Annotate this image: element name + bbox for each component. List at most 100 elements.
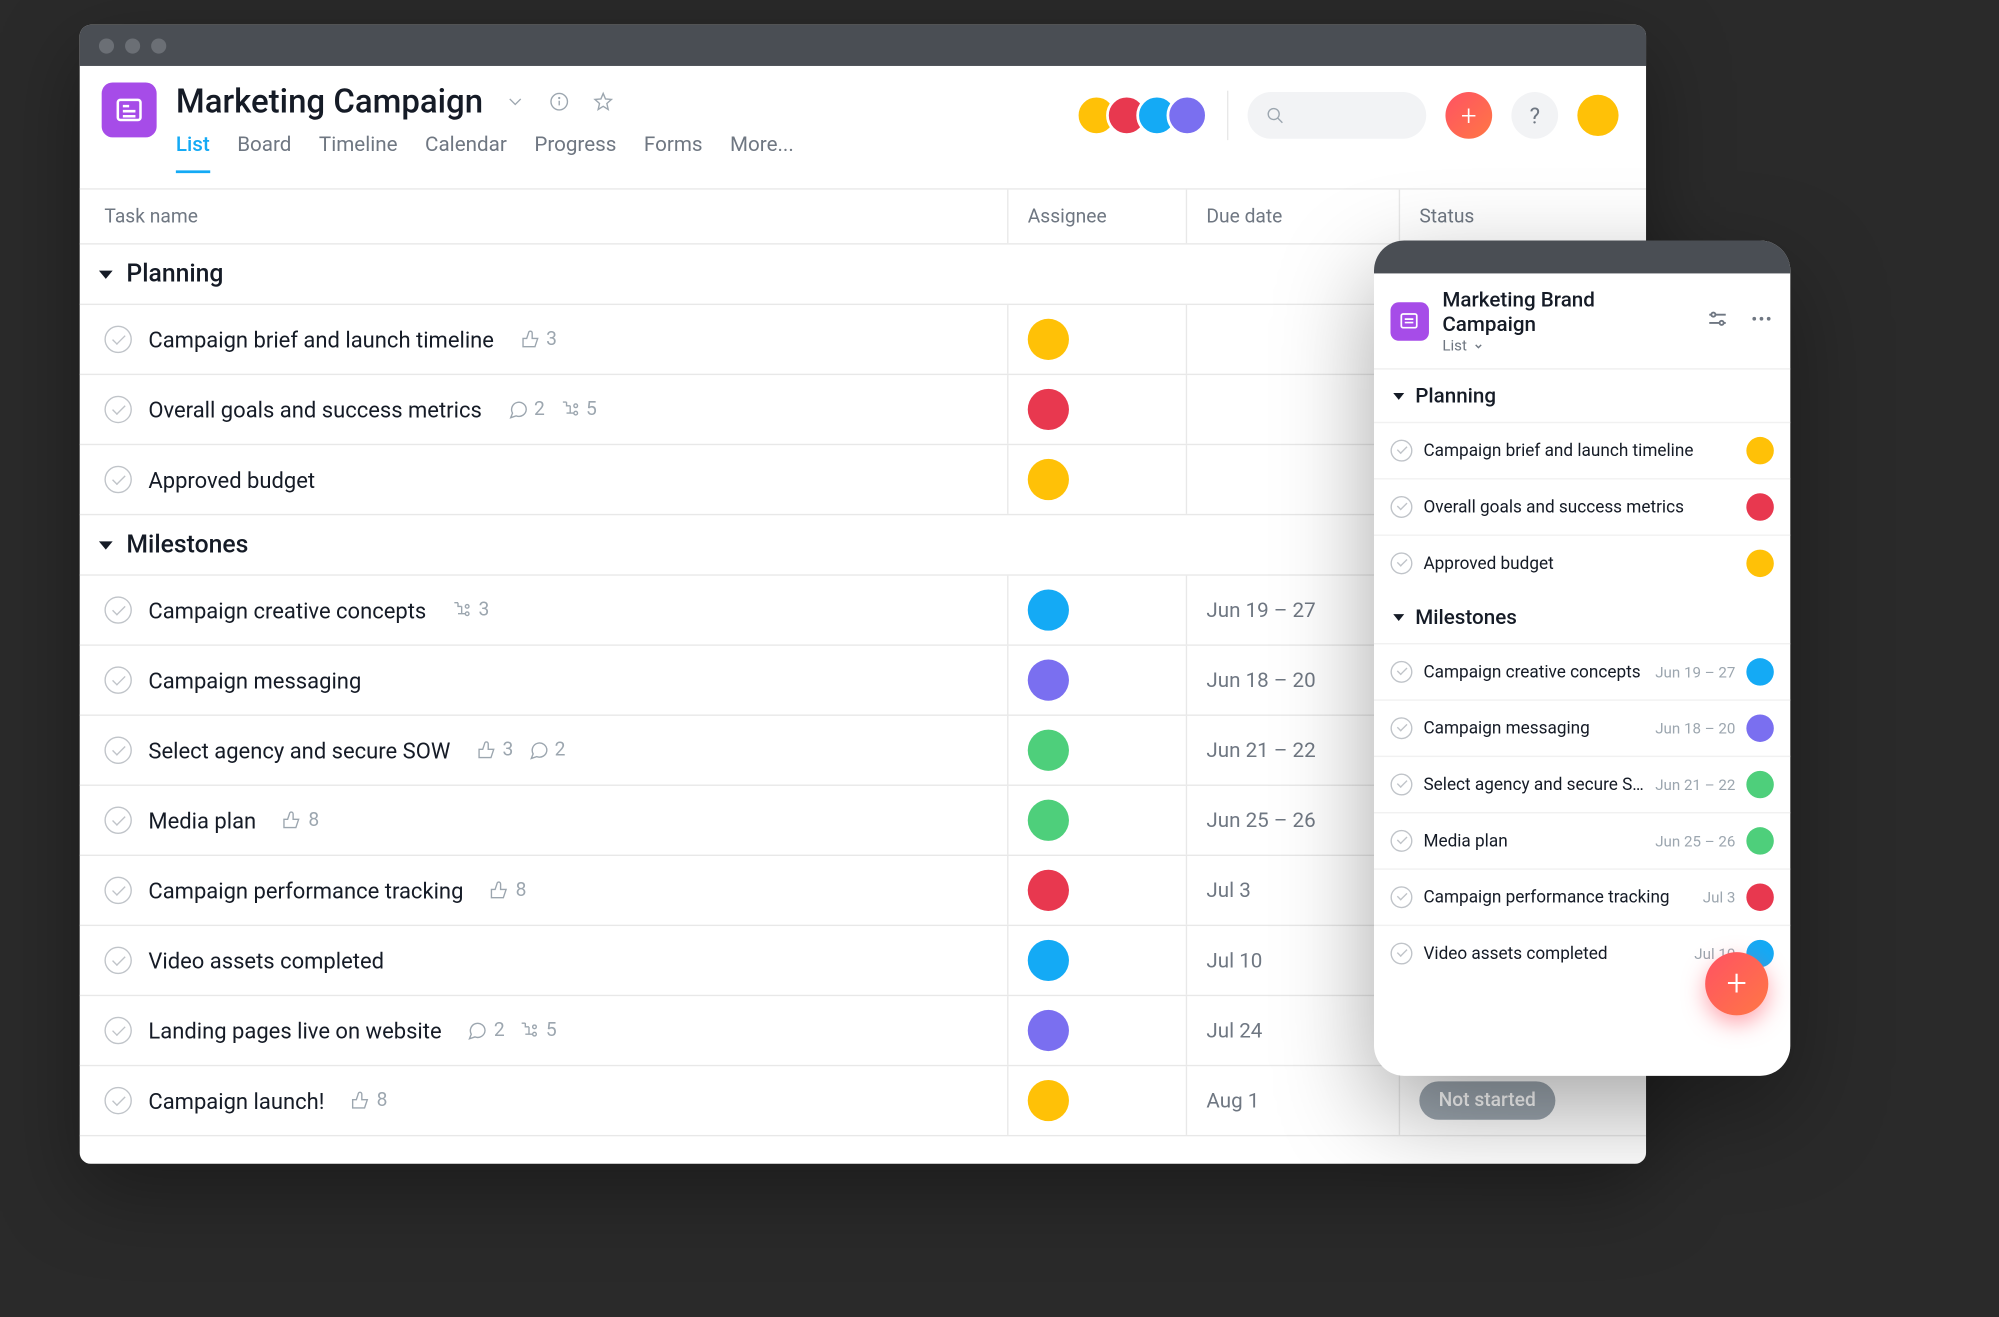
mobile-task-row[interactable]: Campaign brief and launch timeline bbox=[1374, 422, 1790, 478]
help-button[interactable]: ? bbox=[1511, 92, 1558, 139]
status-badge[interactable]: Not started bbox=[1419, 1081, 1555, 1119]
complete-checkbox[interactable] bbox=[1390, 830, 1412, 852]
traffic-light-zoom[interactable] bbox=[151, 38, 166, 53]
complete-checkbox[interactable] bbox=[104, 396, 131, 423]
subtask-count[interactable]: 5 bbox=[559, 398, 597, 420]
complete-checkbox[interactable] bbox=[104, 807, 131, 834]
due-date[interactable]: Jul 24 bbox=[1186, 996, 1399, 1065]
tab-board[interactable]: Board bbox=[237, 132, 291, 173]
add-button[interactable]: + bbox=[1445, 92, 1492, 139]
mobile-task-row[interactable]: Approved budget bbox=[1374, 534, 1790, 590]
due-date[interactable] bbox=[1186, 375, 1399, 444]
column-task-name[interactable]: Task name bbox=[80, 205, 1007, 227]
assignee-avatar[interactable] bbox=[1028, 459, 1069, 500]
complete-checkbox[interactable] bbox=[104, 736, 131, 763]
project-title[interactable]: Marketing Campaign bbox=[176, 82, 483, 120]
column-due-date[interactable]: Due date bbox=[1186, 190, 1399, 244]
star-icon[interactable] bbox=[590, 89, 615, 114]
due-date[interactable] bbox=[1186, 445, 1399, 514]
due-date[interactable]: Jun 25 – 26 bbox=[1186, 786, 1399, 855]
subtask-count[interactable]: 5 bbox=[518, 1020, 556, 1042]
complete-checkbox[interactable] bbox=[1390, 886, 1412, 908]
assignee-avatar[interactable] bbox=[1746, 883, 1773, 910]
assignee-avatar[interactable] bbox=[1028, 1080, 1069, 1121]
subtask-count[interactable]: 3 bbox=[451, 599, 489, 621]
mobile-view-selector[interactable]: List bbox=[1442, 337, 1691, 355]
comment-count[interactable]: 2 bbox=[527, 739, 565, 761]
complete-checkbox[interactable] bbox=[104, 1087, 131, 1114]
chevron-down-icon[interactable] bbox=[502, 89, 527, 114]
assignee-avatar[interactable] bbox=[1746, 437, 1773, 464]
assignee-avatar[interactable] bbox=[1746, 658, 1773, 685]
complete-checkbox[interactable] bbox=[1390, 440, 1412, 462]
mobile-task-row[interactable]: Overall goals and success metrics bbox=[1374, 478, 1790, 534]
tab-list[interactable]: List bbox=[176, 132, 210, 173]
like-count[interactable]: 3 bbox=[475, 739, 513, 761]
mobile-task-row[interactable]: Media planJun 25 – 26 bbox=[1374, 812, 1790, 868]
like-count[interactable]: 8 bbox=[349, 1090, 387, 1112]
assignee-avatar[interactable] bbox=[1028, 870, 1069, 911]
assignee-avatar[interactable] bbox=[1028, 589, 1069, 630]
due-date[interactable]: Jun 18 – 20 bbox=[1186, 646, 1399, 715]
due-date[interactable] bbox=[1186, 305, 1399, 374]
assignee-avatar[interactable] bbox=[1028, 319, 1069, 360]
assignee-avatar[interactable] bbox=[1746, 493, 1773, 520]
due-date[interactable]: Jun 19 – 27 bbox=[1186, 576, 1399, 645]
project-members[interactable] bbox=[1087, 95, 1208, 136]
tab-progress[interactable]: Progress bbox=[534, 132, 616, 173]
due-date[interactable]: Jul 10 bbox=[1186, 926, 1399, 995]
complete-checkbox[interactable] bbox=[1390, 774, 1412, 796]
tab-forms[interactable]: Forms bbox=[644, 132, 703, 173]
mobile-project-title[interactable]: Marketing Brand Campaign bbox=[1442, 287, 1691, 336]
filter-icon[interactable] bbox=[1705, 306, 1730, 336]
complete-checkbox[interactable] bbox=[1390, 943, 1412, 965]
complete-checkbox[interactable] bbox=[104, 1017, 131, 1044]
mobile-task-row[interactable]: Campaign performance trackingJul 3 bbox=[1374, 868, 1790, 924]
assignee-avatar[interactable] bbox=[1028, 389, 1069, 430]
due-date[interactable]: Jul 3 bbox=[1186, 856, 1399, 925]
tab-timeline[interactable]: Timeline bbox=[319, 132, 398, 173]
assignee-avatar[interactable] bbox=[1746, 550, 1773, 577]
complete-checkbox[interactable] bbox=[104, 326, 131, 353]
assignee-avatar[interactable] bbox=[1028, 800, 1069, 841]
complete-checkbox[interactable] bbox=[104, 877, 131, 904]
complete-checkbox[interactable] bbox=[1390, 717, 1412, 739]
mobile-task-row[interactable]: Campaign messagingJun 18 – 20 bbox=[1374, 699, 1790, 755]
complete-checkbox[interactable] bbox=[104, 947, 131, 974]
current-user-avatar[interactable] bbox=[1577, 95, 1618, 136]
due-date[interactable]: Jun 21 – 22 bbox=[1186, 716, 1399, 785]
assignee-avatar[interactable] bbox=[1746, 827, 1773, 854]
complete-checkbox[interactable] bbox=[104, 666, 131, 693]
due-date[interactable]: Aug 1 bbox=[1186, 1066, 1399, 1135]
mobile-add-button[interactable]: + bbox=[1705, 952, 1768, 1015]
assignee-avatar[interactable] bbox=[1028, 940, 1069, 981]
like-count[interactable]: 3 bbox=[519, 328, 557, 350]
complete-checkbox[interactable] bbox=[1390, 661, 1412, 683]
like-count[interactable]: 8 bbox=[488, 879, 526, 901]
comment-count[interactable]: 2 bbox=[466, 1020, 504, 1042]
mobile-task-row[interactable]: Select agency and secure SOWJun 21 – 22 bbox=[1374, 756, 1790, 812]
traffic-light-minimize[interactable] bbox=[125, 38, 140, 53]
column-assignee[interactable]: Assignee bbox=[1007, 190, 1186, 244]
like-count[interactable]: 8 bbox=[281, 809, 319, 831]
member-avatar[interactable] bbox=[1167, 95, 1208, 136]
complete-checkbox[interactable] bbox=[104, 596, 131, 623]
complete-checkbox[interactable] bbox=[1390, 552, 1412, 574]
search-input[interactable] bbox=[1248, 92, 1427, 139]
more-icon[interactable] bbox=[1749, 306, 1774, 336]
complete-checkbox[interactable] bbox=[1390, 496, 1412, 518]
tab-calendar[interactable]: Calendar bbox=[425, 132, 507, 173]
traffic-light-close[interactable] bbox=[99, 38, 114, 53]
complete-checkbox[interactable] bbox=[104, 466, 131, 493]
assignee-avatar[interactable] bbox=[1746, 714, 1773, 741]
tab-more[interactable]: More... bbox=[730, 132, 794, 173]
column-status[interactable]: Status bbox=[1399, 190, 1646, 244]
mobile-section-header[interactable]: Planning bbox=[1374, 370, 1790, 422]
mobile-task-row[interactable]: Campaign creative conceptsJun 19 – 27 bbox=[1374, 643, 1790, 699]
task-row[interactable]: Campaign launch! 8Aug 1Not started bbox=[80, 1066, 1646, 1136]
assignee-avatar[interactable] bbox=[1746, 771, 1773, 798]
assignee-avatar[interactable] bbox=[1028, 1010, 1069, 1051]
assignee-avatar[interactable] bbox=[1028, 730, 1069, 771]
comment-count[interactable]: 2 bbox=[507, 398, 545, 420]
info-icon[interactable] bbox=[546, 89, 571, 114]
